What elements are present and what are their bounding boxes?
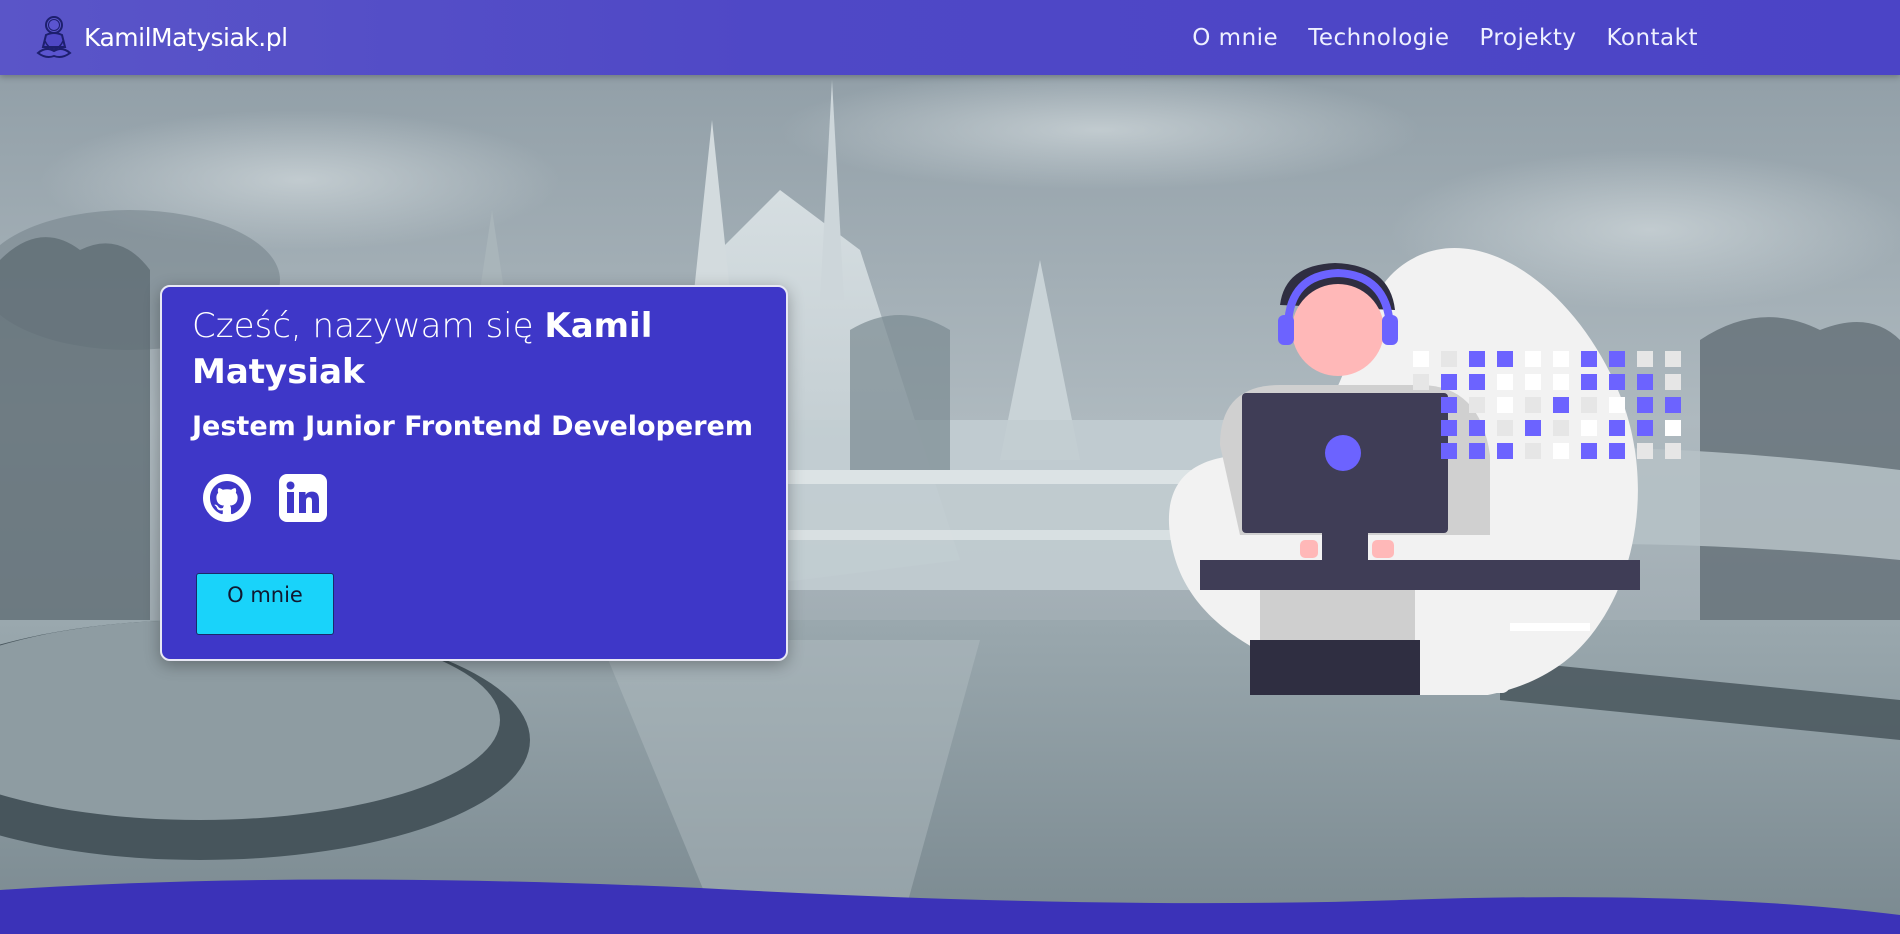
meditating-person-icon (36, 16, 72, 58)
about-me-button[interactable]: O mnie (196, 573, 334, 635)
bottom-wave-divider (0, 879, 1900, 934)
nav-menu: O mnie Technologie Projekty Kontakt (1192, 0, 1698, 75)
nav-link-technologie[interactable]: Technologie (1308, 25, 1449, 51)
github-icon (203, 474, 251, 522)
role-subtitle: Jestem Junior Frontend Developerem (192, 411, 754, 442)
nav-link-kontakt[interactable]: Kontakt (1606, 25, 1698, 51)
greeting-prefix: Cześć, nazywam się (192, 306, 545, 346)
developer-with-headphones-icon (1168, 248, 1681, 695)
nav-link-projekty[interactable]: Projekty (1479, 25, 1576, 51)
github-link[interactable] (202, 473, 252, 523)
nav-item-kontakt: Kontakt (1606, 25, 1698, 51)
nav-item-technologie: Technologie (1308, 25, 1449, 51)
nav-item-projekty: Projekty (1479, 25, 1576, 51)
nav-link-o-mnie[interactable]: O mnie (1192, 25, 1278, 51)
social-links (192, 473, 756, 523)
linkedin-link[interactable] (278, 473, 328, 523)
intro-card: Cześć, nazywam się Kamil Matysiak Jestem… (160, 285, 788, 661)
brand-name: KamilMatysiak.pl (84, 22, 288, 52)
linkedin-icon (279, 474, 327, 522)
page-root: KamilMatysiak.pl O mnie Technologie Proj… (0, 0, 1900, 934)
greeting-heading: Cześć, nazywam się Kamil Matysiak (192, 303, 756, 395)
brand-link[interactable]: KamilMatysiak.pl (34, 12, 288, 62)
nav-item-o-mnie: O mnie (1192, 25, 1278, 51)
top-navigation: KamilMatysiak.pl O mnie Technologie Proj… (0, 0, 1900, 75)
